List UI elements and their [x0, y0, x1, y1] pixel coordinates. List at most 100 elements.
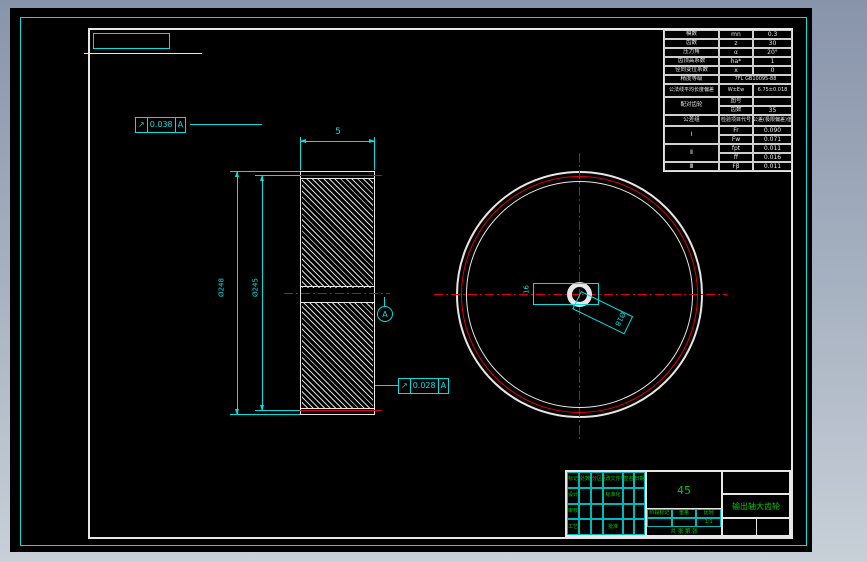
drawing-number-cell: [723, 472, 789, 495]
tb-cell: [634, 503, 645, 520]
table-cell: 0.011: [753, 162, 792, 171]
tb-cell: [579, 503, 591, 520]
table-cell: 配对齿轮: [664, 97, 719, 115]
tolerance-frame-bottom: ↗ 0.028 A: [398, 378, 450, 394]
tb-cell: [579, 487, 591, 504]
dimension-arrow: [369, 139, 375, 143]
centerline: [284, 293, 390, 294]
datum-balloon: A: [377, 306, 393, 322]
table-cell: 径向变位系数: [664, 66, 719, 75]
table-cell: 0.011: [753, 144, 792, 153]
tolerance-datum: A: [177, 120, 184, 129]
extension-line: [230, 414, 300, 415]
gear-parameter-table: 模数 mn 0.3 齿数 z 30 压力角 α 20° 齿顶高系数 ha* 1 …: [663, 29, 793, 172]
table-cell: 7FL GB10095-88: [719, 75, 792, 84]
revision-signature-grid: 标记 处数 分区 更改文件号 签名 日期 设计 标准化 审核 工艺 批准: [567, 472, 647, 535]
tb-cell: 日期: [634, 472, 645, 488]
bore-edge-line: [301, 302, 374, 303]
tb-cell: 更改文件号: [603, 472, 623, 488]
tb-cell: [623, 519, 634, 535]
hatch-area-upper: [302, 178, 373, 288]
part-name: 输出轴大齿轮: [723, 495, 789, 519]
dimension-line: [237, 171, 238, 415]
tb-cell: [634, 519, 645, 535]
part-name-block: 输出轴大齿轮: [723, 472, 789, 535]
table-cell: ff: [719, 153, 753, 162]
datum-letter: A: [382, 309, 388, 319]
dimension-tip-diameter: Ø248: [217, 278, 226, 297]
table-cell: 检验项目代号: [719, 115, 753, 126]
tb-cell: [723, 519, 757, 535]
material-and-scale: 45 阶段标记 重量 比例 1:1 共 张 第 张: [647, 472, 723, 535]
table-cell: 图号: [719, 97, 753, 106]
tb-cell: 标准化: [603, 487, 623, 504]
table-cell: 齿数: [664, 39, 719, 48]
runout-symbol-icon: ↗: [399, 379, 411, 393]
table-cell: Fw: [719, 135, 753, 144]
table-cell: 20°: [753, 48, 792, 57]
dimension-pitch-diameter: Ø245: [251, 278, 260, 297]
dimension-line: [262, 175, 263, 411]
hatch-area-lower: [302, 302, 373, 409]
table-cell: Ⅲ: [664, 162, 719, 171]
leader-line: [190, 124, 262, 125]
table-cell: 齿顶高系数: [664, 57, 719, 66]
dimension-arrow: [300, 139, 306, 143]
tb-bottom-cells: [723, 519, 789, 535]
corner-attachment-box: [93, 33, 170, 49]
tolerance-frame-top: ↗ 0.038 A: [135, 117, 187, 133]
table-cell: W±Ew: [719, 84, 753, 97]
extension-line: [230, 171, 300, 172]
sheet-count: 共 张 第 张: [670, 529, 698, 535]
tb-cell: [623, 487, 634, 504]
table-cell: z: [719, 39, 753, 48]
table-cell: 公差(极限偏差)值: [753, 115, 792, 126]
corner-attachment-line: [84, 53, 202, 54]
tb-cell: 设计: [567, 487, 579, 504]
tb-cell: [579, 519, 591, 535]
dimension-arrow: [260, 405, 264, 411]
table-cell: α: [719, 48, 753, 57]
table-cell: 公法线平均长度偏差: [664, 84, 719, 97]
table-cell: 30: [753, 39, 792, 48]
pitch-line-bottom: [292, 410, 382, 411]
cad-drawing-canvas[interactable]: 模数 mn 0.3 齿数 z 30 压力角 α 20° 齿顶高系数 ha* 1 …: [0, 0, 867, 562]
tb-cell: 分区: [591, 472, 603, 488]
runout-symbol-icon: ↗: [136, 118, 148, 132]
dimension-arrow: [235, 171, 239, 177]
tb-cell: [623, 503, 634, 520]
table-cell: Fβ: [719, 162, 753, 171]
stage-grid: 阶段标记 重量 比例 1:1: [647, 509, 721, 527]
tb-cell: 工艺: [567, 519, 579, 535]
title-block: 标记 处数 分区 更改文件号 签名 日期 设计 标准化 审核 工艺 批准: [565, 470, 791, 537]
tb-cell: 签名: [623, 472, 634, 488]
table-cell: Fr: [719, 126, 753, 135]
datum-stem: [384, 297, 385, 306]
scale-value: 1:1: [696, 518, 721, 527]
table-cell: 压力角: [664, 48, 719, 57]
tb-cell: [634, 487, 645, 504]
dimension-arrow: [235, 409, 239, 415]
section-line: [301, 178, 374, 179]
section-line: [301, 408, 374, 409]
table-cell: 0.090: [753, 126, 792, 135]
tb-cell: 标记: [567, 472, 579, 488]
table-cell: 模数: [664, 30, 719, 39]
tb-cell: [647, 518, 672, 527]
tolerance-value: 0.038: [148, 118, 176, 132]
tb-cell: 批准: [603, 519, 623, 535]
table-cell: 6.75±0.018: [753, 84, 792, 97]
pitch-line-top: [292, 175, 382, 176]
table-cell: 0.071: [753, 135, 792, 144]
leader-line: [375, 385, 398, 386]
table-cell: 精度等级: [664, 75, 719, 84]
table-cell: Ⅱ: [664, 144, 719, 162]
dimension-arrow: [260, 175, 264, 181]
tb-cell: 比例: [696, 509, 721, 518]
tolerance-datum: A: [440, 381, 447, 390]
table-cell: x: [719, 66, 753, 75]
dimension-face-width: 5: [335, 127, 341, 137]
table-cell: 0.016: [753, 153, 792, 162]
tb-cell: 阶段标记: [647, 509, 672, 518]
table-cell: 公差组: [664, 115, 719, 126]
